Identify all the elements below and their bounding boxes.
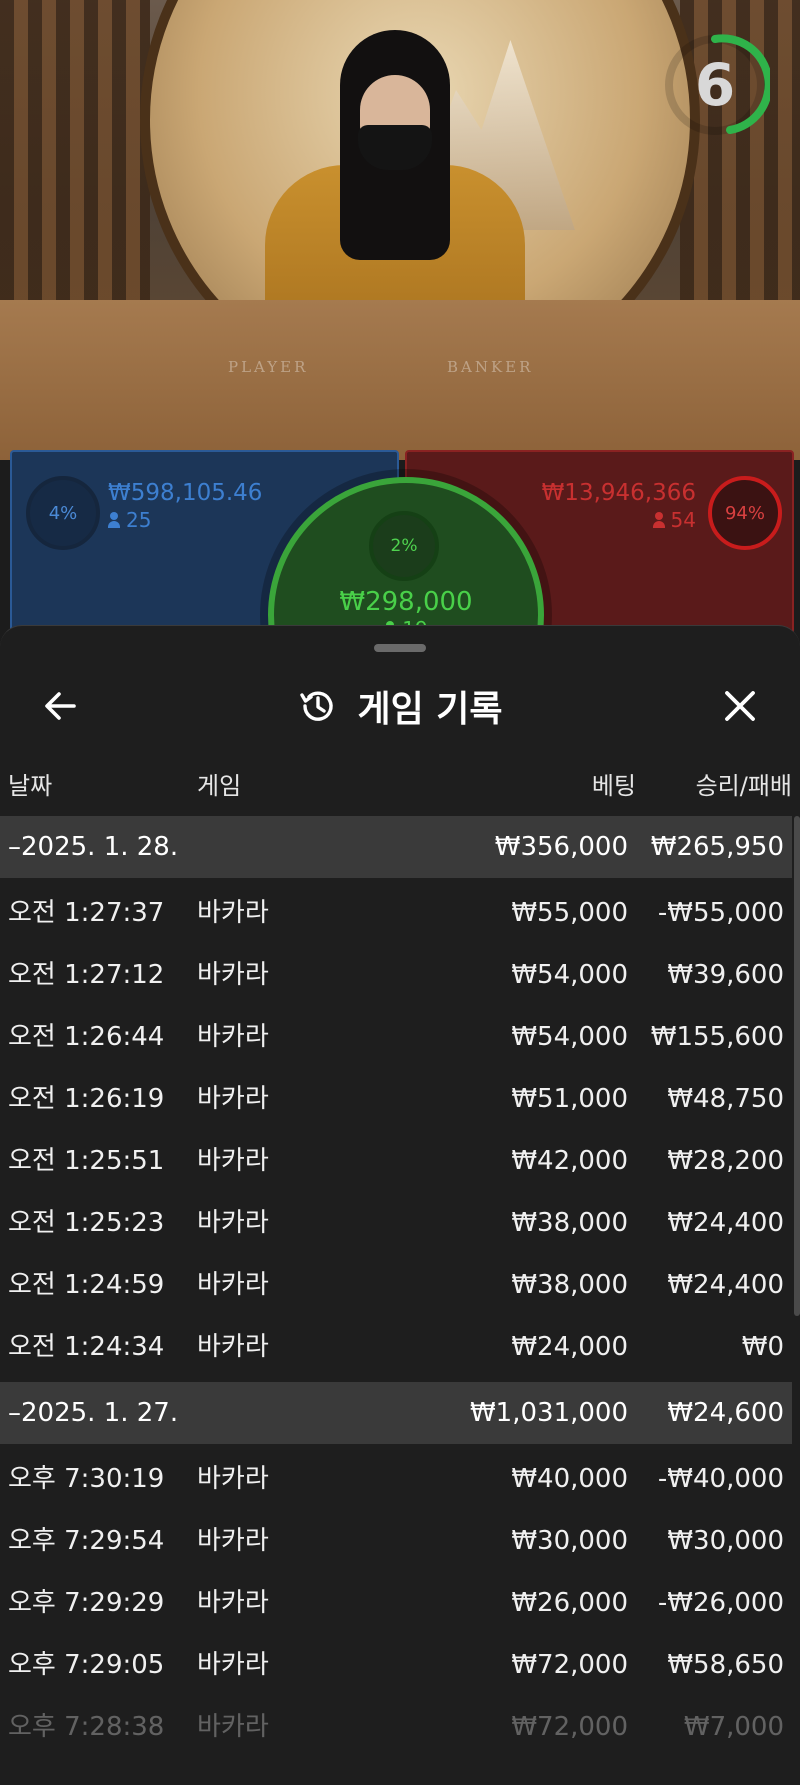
banker-table-label: BANKER — [447, 358, 534, 376]
column-bet: 베팅 — [591, 772, 636, 800]
history-clock-icon — [300, 691, 334, 721]
dealer — [245, 30, 545, 345]
table-row[interactable]: 오후 7:28:38 바카라 ₩72,000 ₩7,000 — [0, 1696, 792, 1758]
column-game: 게임 — [197, 772, 242, 800]
table-row[interactable]: 오후 7:29:29 바카라 ₩26,000 -₩26,000 — [0, 1572, 792, 1634]
player-percent: 4% — [26, 476, 100, 550]
banker-percent: 94% — [708, 476, 782, 550]
banker-amount: ₩13,946,366 — [541, 480, 696, 506]
table-row[interactable]: 오후 7:29:05 바카라 ₩72,000 ₩58,650 — [0, 1634, 792, 1696]
person-icon — [652, 512, 665, 528]
player-count: 25 — [108, 508, 151, 532]
tie-amount: ₩298,000 — [339, 587, 473, 617]
date-group-header[interactable]: –2025. 1. 28. ₩356,000 ₩265,950 — [0, 816, 792, 878]
column-result: 승리/패배 — [695, 772, 792, 800]
banker-count: 54 — [652, 508, 696, 532]
wall-panel-left — [0, 0, 150, 330]
table-row[interactable]: 오전 1:27:37 바카라 ₩55,000 -₩55,000 — [0, 882, 792, 944]
player-amount: ₩598,105.46 — [108, 480, 263, 506]
back-button[interactable] — [34, 680, 86, 732]
table-row[interactable]: 오전 1:24:34 바카라 ₩24,000 ₩0 — [0, 1316, 792, 1378]
close-icon — [725, 691, 755, 721]
countdown-timer: 6 — [660, 30, 773, 140]
table-row[interactable]: 오후 7:30:19 바카라 ₩40,000 -₩40,000 — [0, 1448, 792, 1510]
live-video: PLAYER BANKER 6 — [0, 0, 800, 460]
player-table-label: PLAYER — [228, 358, 309, 376]
close-button[interactable] — [714, 680, 766, 732]
table-row[interactable]: 오전 1:26:19 바카라 ₩51,000 ₩48,750 — [0, 1068, 792, 1130]
date-group-header[interactable]: –2025. 1. 27. ₩1,031,000 ₩24,600 — [0, 1382, 792, 1444]
table-row[interactable]: 오전 1:25:23 바카라 ₩38,000 ₩24,400 — [0, 1192, 792, 1254]
scrollbar[interactable] — [794, 816, 800, 1316]
tie-percent: 2% — [369, 511, 439, 581]
sheet-title: 게임 기록 — [357, 689, 503, 730]
history-list[interactable]: –2025. 1. 28. ₩356,000 ₩265,950 오전 1:27:… — [0, 816, 792, 1785]
game-history-sheet: 게임 기록 날짜 게임 베팅 승리/패배 –2025. 1. 28. ₩356,… — [0, 625, 800, 1785]
table-row[interactable]: 오전 1:24:59 바카라 ₩38,000 ₩24,400 — [0, 1254, 792, 1316]
baccarat-table — [0, 300, 800, 460]
arrow-left-icon — [45, 692, 76, 720]
table-row[interactable]: 오전 1:25:51 바카라 ₩42,000 ₩28,200 — [0, 1130, 792, 1192]
countdown-value: 6 — [694, 51, 736, 119]
column-date: 날짜 — [8, 772, 53, 800]
sheet-header: 게임 기록 — [0, 666, 800, 746]
table-header: 날짜 게임 베팅 승리/패배 — [0, 766, 800, 816]
sheet-drag-handle[interactable] — [374, 644, 426, 652]
table-row[interactable]: 오후 7:29:54 바카라 ₩30,000 ₩30,000 — [0, 1510, 792, 1572]
person-icon — [108, 512, 120, 528]
table-row[interactable]: 오전 1:26:44 바카라 ₩54,000 ₩155,600 — [0, 1006, 792, 1068]
table-row[interactable]: 오전 1:27:12 바카라 ₩54,000 ₩39,600 — [0, 944, 792, 1006]
